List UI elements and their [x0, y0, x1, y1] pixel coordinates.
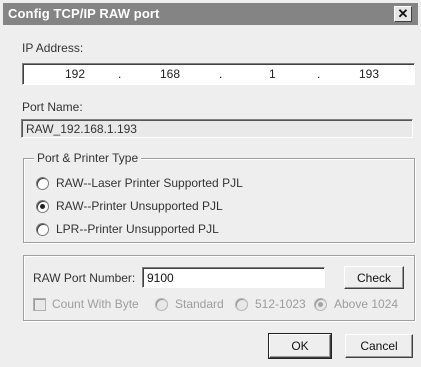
- checkbox-box[interactable]: [33, 297, 46, 311]
- radio-button[interactable]: [314, 297, 327, 311]
- radio-raw-unsupported-pjl[interactable]: RAW--Printer Unsupported PJL: [36, 199, 223, 213]
- radio-range-above-1024[interactable]: Above 1024: [314, 297, 398, 311]
- radio-button[interactable]: [36, 176, 49, 190]
- radio-lpr-unsupported-pjl[interactable]: LPR--Printer Unsupported PJL: [36, 222, 219, 236]
- ip-octet-4[interactable]: 193: [359, 67, 379, 81]
- close-button[interactable]: ✕: [394, 6, 412, 22]
- radio-label: RAW--Laser Printer Supported PJL: [56, 176, 243, 190]
- ip-separator: .: [118, 67, 122, 81]
- radio-button[interactable]: [36, 199, 49, 213]
- ip-address-input[interactable]: 192 . 168 . 1 . 193: [22, 63, 415, 85]
- port-name-field: RAW_192.168.1.193: [21, 119, 413, 138]
- dialog-title: Config TCP/IP RAW port: [8, 6, 160, 21]
- raw-port-number-input[interactable]: [142, 267, 325, 288]
- radio-raw-laser-pjl[interactable]: RAW--Laser Printer Supported PJL: [36, 176, 243, 190]
- count-with-byte-checkbox[interactable]: Count With Byte: [33, 297, 139, 311]
- cancel-button[interactable]: Cancel: [345, 334, 413, 358]
- radio-range-standard[interactable]: Standard: [155, 297, 224, 311]
- checkbox-label: Count With Byte: [52, 297, 139, 311]
- ip-octet-3[interactable]: 1: [269, 67, 276, 81]
- ip-separator: .: [317, 67, 321, 81]
- radio-label: RAW--Printer Unsupported PJL: [56, 199, 223, 213]
- ip-address-label: IP Address:: [22, 41, 84, 55]
- raw-port-number-label: RAW Port Number:: [33, 271, 136, 285]
- radio-button[interactable]: [155, 297, 168, 311]
- radio-label: 512-1023: [255, 297, 306, 311]
- radio-range-512-1023[interactable]: 512-1023: [235, 297, 306, 311]
- ip-octet-1[interactable]: 192: [65, 67, 85, 81]
- ip-octet-2[interactable]: 168: [160, 67, 180, 81]
- check-button[interactable]: Check: [344, 266, 404, 289]
- title-bar[interactable]: Config TCP/IP RAW port ✕: [3, 3, 418, 25]
- ok-button[interactable]: OK: [268, 333, 332, 359]
- printer-type-legend: Port & Printer Type: [34, 151, 142, 165]
- ip-separator: .: [219, 67, 223, 81]
- radio-label: LPR--Printer Unsupported PJL: [56, 222, 219, 236]
- radio-label: Standard: [175, 297, 224, 311]
- port-name-label: Port Name:: [22, 100, 83, 114]
- config-raw-port-dialog: Config TCP/IP RAW port ✕ IP Address: 192…: [0, 0, 421, 367]
- radio-label: Above 1024: [334, 297, 399, 311]
- close-icon: ✕: [397, 6, 409, 21]
- radio-button[interactable]: [36, 222, 49, 236]
- radio-button[interactable]: [235, 297, 248, 311]
